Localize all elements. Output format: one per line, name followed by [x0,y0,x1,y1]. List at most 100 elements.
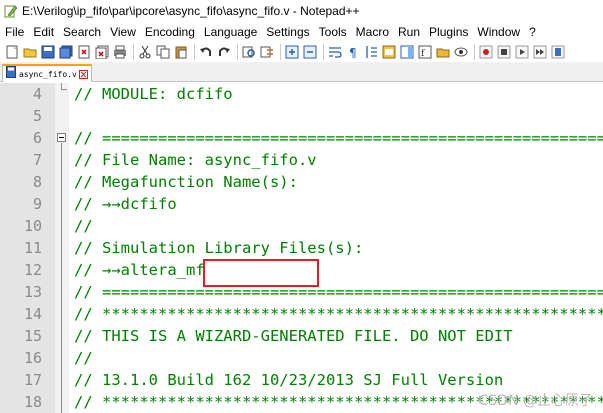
toolbar-separator [237,43,238,60]
code-text: // →→altera_mf [74,261,205,279]
line-number: 8 [32,173,42,191]
indent-guide-icon[interactable] [363,44,379,60]
menu-language[interactable]: Language [204,25,257,39]
watermark: CSDN @止心原子 [478,393,593,409]
save-macro-icon[interactable] [550,44,566,60]
line-number: 12 [23,261,42,279]
menu-tools[interactable]: Tools [319,25,347,39]
cut-icon[interactable] [137,44,153,60]
code-line: 11 // Simulation Library Files(s): [0,237,603,259]
line-number: 18 [23,393,42,411]
stop-macro-icon[interactable] [496,44,512,60]
find-icon[interactable] [241,44,257,60]
code-line: 15 // THIS IS A WIZARD-GENERATED FILE. D… [0,325,603,347]
line-number: 13 [23,283,42,301]
undo-icon[interactable] [198,44,214,60]
code-text: // =====================================… [74,283,603,301]
lang-icon[interactable] [381,44,397,60]
line-number: 17 [23,371,42,389]
code-text: // [74,217,93,235]
notepadpp-icon [4,4,18,18]
tab-async-fifo[interactable]: async_fifo.v [2,64,92,82]
zoom-out-icon[interactable] [302,44,318,60]
line-number: 9 [32,195,42,213]
code-editor[interactable]: 4 // MODULE: dcfifo 5 6 // =============… [0,83,603,413]
close-icon[interactable] [76,44,92,60]
menu-run[interactable]: Run [398,25,420,39]
code-line: 17 // 13.1.0 Build 162 10/23/2013 SJ Ful… [0,369,603,391]
play-multiple-icon[interactable] [532,44,548,60]
menu-plugins[interactable]: Plugins [429,25,468,39]
menu-settings[interactable]: Settings [266,25,309,39]
menu-search[interactable]: Search [63,25,101,39]
toolbar-separator [194,43,195,60]
line-number: 5 [32,107,42,125]
code-text: // →→dcfifo [74,195,177,213]
menu-encoding[interactable]: Encoding [145,25,195,39]
code-text: // MODULE: dcfifo [74,85,233,103]
folder-workspace-icon[interactable] [435,44,451,60]
menu-view[interactable]: View [110,25,136,39]
window-title: E:\Verilog\ip_fifo\par\ipcore\async_fifo… [22,4,360,18]
monitor-icon[interactable] [453,44,469,60]
code-text: // Simulation Library Files(s): [74,239,364,257]
line-number: 15 [23,327,42,345]
line-number: 4 [32,85,42,103]
word-wrap-icon[interactable] [327,44,343,60]
save-icon[interactable] [40,44,56,60]
zoom-in-icon[interactable] [284,44,300,60]
code-text: // Megafunction Name(s): [74,173,298,191]
menu-file[interactable]: File [5,25,24,39]
line-number: 6 [32,129,42,147]
code-line: 7 // File Name: async_fifo.v [0,149,603,171]
line-number: 16 [23,349,42,367]
open-file-icon[interactable] [22,44,38,60]
function-list-icon[interactable]: f [417,44,433,60]
copy-icon[interactable] [155,44,171,60]
svg-text:¶: ¶ [349,46,357,59]
menu-bar: File Edit Search View Encoding Language … [0,22,603,41]
toolbar-separator [133,43,134,60]
code-line: 5 [0,105,603,127]
code-line: 10 // [0,215,603,237]
show-all-chars-icon[interactable]: ¶ [345,44,361,60]
close-all-icon[interactable] [94,44,110,60]
save-all-icon[interactable] [58,44,74,60]
new-file-icon[interactable] [4,44,20,60]
menu-edit[interactable]: Edit [33,25,54,39]
tab-label: async_fifo.v [19,69,77,79]
print-icon[interactable] [112,44,128,60]
code-text: // File Name: async_fifo.v [74,151,317,169]
replace-icon[interactable] [259,44,275,60]
code-text: // =====================================… [74,129,603,147]
redo-icon[interactable] [216,44,232,60]
code-line: 4 // MODULE: dcfifo [0,83,603,105]
toolbar-separator [474,43,475,60]
code-text: // 13.1.0 Build 162 10/23/2013 SJ Full V… [74,371,504,389]
doc-map-icon[interactable] [399,44,415,60]
code-line: 16 // [0,347,603,369]
toolbar-separator [323,43,324,60]
tab-close-icon[interactable] [78,69,88,79]
code-text: // [74,349,93,367]
code-line: 8 // Megafunction Name(s): [0,171,603,193]
file-saved-icon [6,65,16,83]
menu-window[interactable]: Window [477,25,520,39]
title-bar: E:\Verilog\ip_fifo\par\ipcore\async_fifo… [0,0,603,22]
toolbar: ¶ f [0,41,603,62]
highlight-annotation [203,259,319,287]
line-number: 14 [23,305,42,323]
code-line: 6 // ===================================… [0,127,603,149]
code-line: 9 // →→dcfifo [0,193,603,215]
code-line: 14 // **********************************… [0,303,603,325]
code-text: // THIS IS A WIZARD-GENERATED FILE. DO N… [74,327,513,345]
line-number: 11 [23,239,42,257]
menu-help[interactable]: ? [529,25,536,39]
record-macro-icon[interactable] [478,44,494,60]
code-text: // *************************************… [74,305,603,323]
line-number: 7 [32,151,42,169]
paste-icon[interactable] [173,44,189,60]
menu-macro[interactable]: Macro [356,25,389,39]
toolbar-separator [280,43,281,60]
play-macro-icon[interactable] [514,44,530,60]
